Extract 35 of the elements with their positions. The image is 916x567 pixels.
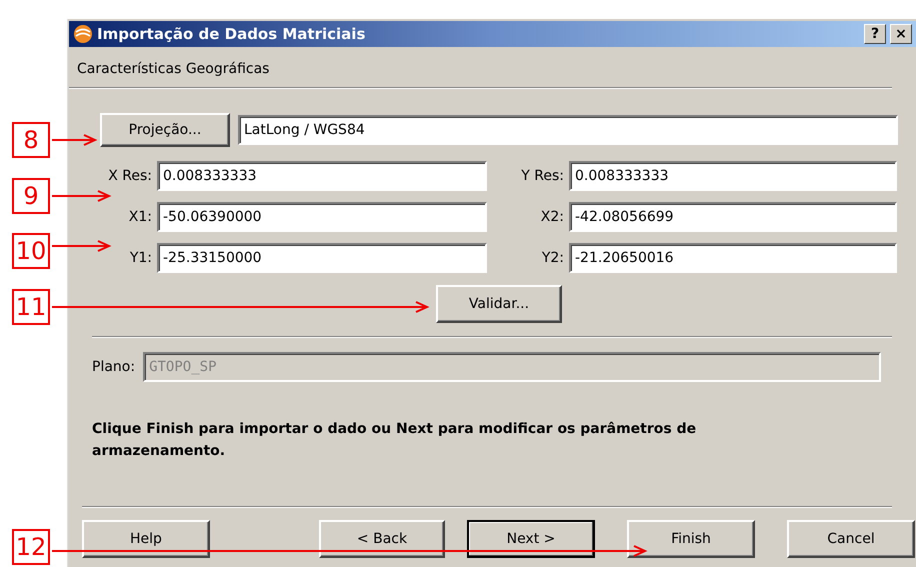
callout-number: 11 (12, 289, 50, 325)
coordinate-field[interactable]: 0.008333333 (157, 161, 487, 191)
field-label: Y1: (128, 250, 152, 266)
close-button[interactable]: × (890, 24, 912, 44)
coordinate-field[interactable]: -50.06390000 (157, 202, 487, 232)
wizard-button[interactable]: Next > (467, 520, 595, 558)
wizard-button[interactable]: Help (82, 520, 210, 558)
window-title: Importação de Dados Matriciais (97, 25, 366, 43)
validate-button[interactable]: Validar... (436, 285, 562, 323)
help-button[interactable]: ? (864, 24, 886, 44)
wizard-button[interactable]: < Back (319, 520, 445, 558)
field-label: Y Res: (520, 168, 564, 184)
field-label: X1: (128, 209, 152, 225)
callout-number: 9 (12, 178, 50, 214)
callout-arrow (52, 190, 110, 202)
wizard-button[interactable]: Cancel (787, 520, 915, 558)
coordinate-field[interactable]: -42.08056699 (569, 202, 897, 232)
callout-number: 10 (12, 233, 50, 269)
field-label: Y2: (540, 250, 564, 266)
projection-field[interactable]: LatLong / WGS84 (238, 115, 898, 145)
field-label: X2: (540, 209, 564, 225)
coordinate-field[interactable]: 0.008333333 (569, 161, 897, 191)
field-label: Plano: (92, 359, 136, 375)
callout-number: 12 (12, 529, 50, 565)
field-label: X Res: (107, 168, 152, 184)
wizard-button[interactable]: Finish (627, 520, 755, 558)
coordinate-field[interactable]: -21.20650016 (569, 243, 897, 273)
app-logo-icon (73, 24, 93, 44)
page-subtitle: Características Geográficas (76, 60, 270, 79)
callout-arrow (52, 240, 110, 252)
callout-arrow (52, 134, 96, 146)
coordinate-field[interactable]: -25.33150000 (157, 243, 487, 273)
projection-button[interactable]: Projeção... (100, 113, 230, 147)
callout-number: 8 (12, 122, 50, 158)
instruction-text: Clique Finish para importar o dado ou Next para modificar os parâmetros de armazenamento. (92, 420, 698, 461)
